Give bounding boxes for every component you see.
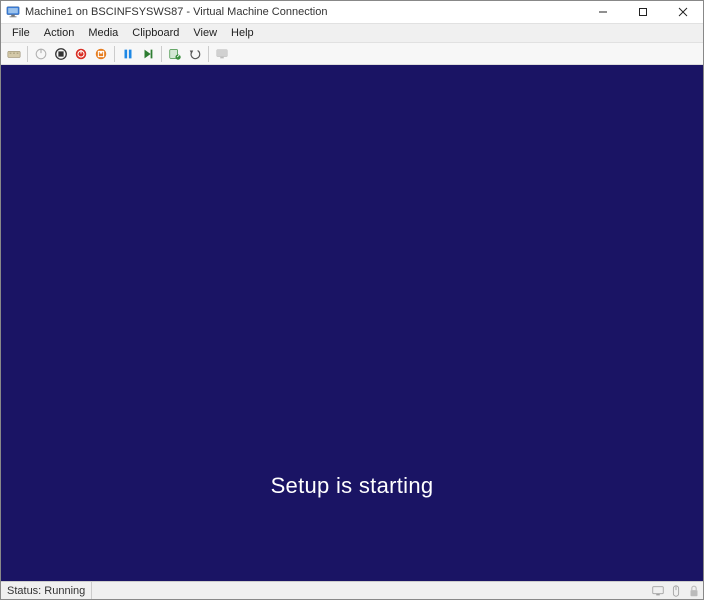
revert-button[interactable]	[186, 45, 204, 63]
shut-down-button[interactable]	[72, 45, 90, 63]
toolbar	[1, 43, 703, 65]
vm-connection-window: Machine1 on BSCINFSYSWS87 - Virtual Mach…	[0, 0, 704, 600]
status-separator	[91, 582, 92, 599]
menu-media[interactable]: Media	[81, 25, 125, 41]
display-icon	[650, 583, 666, 599]
vm-display[interactable]: Setup is starting	[1, 65, 703, 581]
pause-button[interactable]	[119, 45, 137, 63]
menu-help[interactable]: Help	[224, 25, 261, 41]
checkpoint-button[interactable]	[166, 45, 184, 63]
app-icon	[5, 4, 21, 20]
toolbar-separator	[208, 46, 209, 62]
reset-button[interactable]	[139, 45, 157, 63]
toolbar-separator	[27, 46, 28, 62]
window-controls	[583, 1, 703, 23]
status-text: Status: Running	[1, 582, 91, 599]
save-button[interactable]	[92, 45, 110, 63]
menu-action[interactable]: Action	[37, 25, 82, 41]
setup-message: Setup is starting	[271, 473, 434, 499]
mouse-icon	[668, 583, 684, 599]
lock-icon	[686, 583, 702, 599]
toolbar-separator	[161, 46, 162, 62]
toolbar-separator	[114, 46, 115, 62]
menu-file[interactable]: File	[5, 25, 37, 41]
turn-off-button[interactable]	[52, 45, 70, 63]
minimize-button[interactable]	[583, 1, 623, 23]
ctrl-alt-del-button[interactable]	[5, 45, 23, 63]
menu-clipboard[interactable]: Clipboard	[125, 25, 186, 41]
menu-view[interactable]: View	[186, 25, 224, 41]
window-title: Machine1 on BSCINFSYSWS87 - Virtual Mach…	[25, 6, 583, 18]
titlebar: Machine1 on BSCINFSYSWS87 - Virtual Mach…	[1, 1, 703, 23]
enhanced-session-button	[213, 45, 231, 63]
close-button[interactable]	[663, 1, 703, 23]
menubar: File Action Media Clipboard View Help	[1, 23, 703, 43]
statusbar: Status: Running	[1, 581, 703, 599]
start-button	[32, 45, 50, 63]
maximize-button[interactable]	[623, 1, 663, 23]
